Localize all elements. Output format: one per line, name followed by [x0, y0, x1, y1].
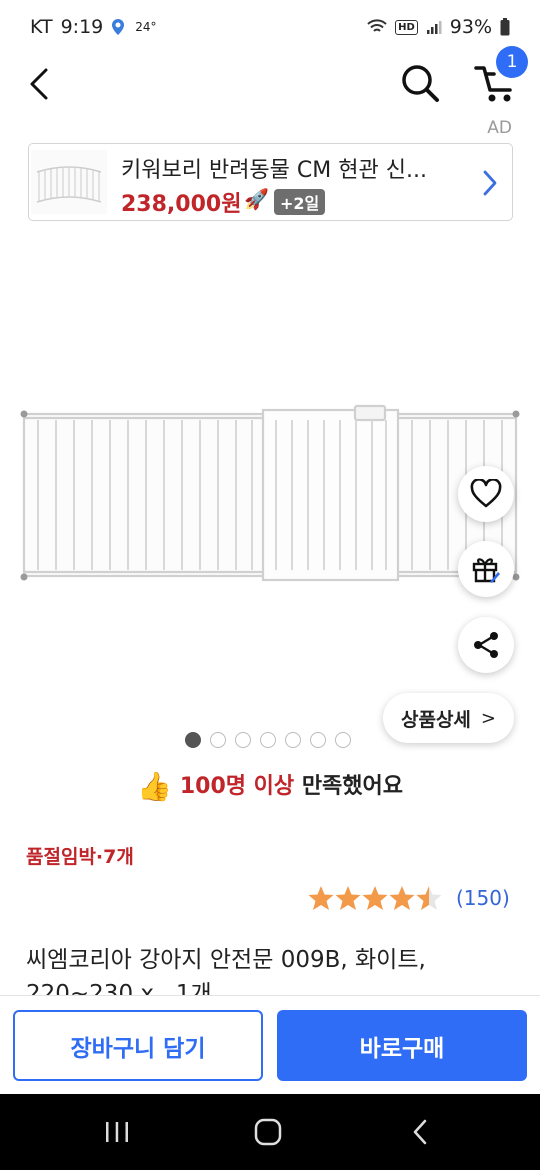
add-to-cart-button[interactable]: 장바구니 담기	[13, 1010, 263, 1081]
carousel-dot[interactable]	[185, 732, 201, 748]
status-left: KT 9:19 24°	[30, 16, 157, 38]
rocket-delivery-icon: 🚀	[244, 187, 269, 211]
recent-apps-icon[interactable]	[103, 1120, 131, 1144]
product-title: 씨엠코리아 강아지 안전문 009B, 화이트, 220~230 x , 1개	[26, 947, 426, 995]
wifi-icon	[367, 19, 387, 32]
buy-now-button[interactable]: 바로구매	[277, 1010, 527, 1081]
carousel-dot[interactable]	[235, 732, 251, 748]
home-icon[interactable]	[254, 1118, 282, 1146]
heart-icon	[470, 479, 502, 508]
share-icon	[474, 632, 498, 658]
ad-title: 키워보리 반려동물 CM 현관 신...	[121, 158, 427, 183]
battery-icon	[500, 18, 510, 36]
delivery-days-badge: +2일	[274, 189, 326, 215]
system-navigation-bar	[0, 1094, 540, 1170]
status-right: HD 93%	[367, 16, 510, 38]
search-button[interactable]	[398, 60, 442, 104]
product-rating[interactable]: (150)	[308, 884, 510, 912]
top-navigation-bar	[0, 56, 540, 116]
battery-percent: 93%	[449, 16, 492, 38]
product-detail-button[interactable]: 상품상세 >	[383, 693, 514, 743]
location-pin-icon	[112, 19, 125, 35]
chevron-right-icon	[483, 170, 497, 196]
chevron-right-icon: >	[480, 707, 496, 729]
carousel-dot[interactable]	[310, 732, 326, 748]
ad-label: AD	[487, 118, 512, 138]
gift-button[interactable]	[458, 541, 514, 597]
cart-count-badge: 1	[496, 46, 528, 78]
system-back-icon[interactable]	[410, 1118, 430, 1146]
back-arrow-icon	[30, 68, 48, 100]
review-count[interactable]: (150)	[456, 886, 510, 910]
product-image[interactable]	[20, 400, 520, 590]
carousel-dot[interactable]	[285, 732, 301, 748]
carousel-dot[interactable]	[210, 732, 226, 748]
clock: 9:19	[60, 16, 104, 38]
satisfaction-highlight: 100명 이상	[179, 774, 295, 799]
low-stock-warning: 품절임박·7개	[26, 846, 134, 868]
product-detail-label: 상품상세	[400, 708, 471, 731]
back-button[interactable]	[20, 62, 60, 102]
ad-price: 238,000원	[121, 192, 242, 217]
share-button[interactable]	[458, 617, 514, 673]
star-rating-icon	[308, 886, 442, 910]
carousel-dot[interactable]	[335, 732, 351, 748]
purchase-action-bar: 장바구니 담기 바로구매	[0, 995, 540, 1094]
carrier-label: KT	[30, 16, 53, 38]
satisfaction-banner: 👍 100명 이상 만족했어요	[0, 768, 540, 803]
ad-product-thumbnail	[31, 150, 107, 214]
thumbs-up-icon: 👍	[136, 770, 172, 803]
temperature: 24°	[135, 20, 157, 34]
satisfaction-text: 만족했어요	[294, 774, 404, 799]
image-carousel-indicator	[185, 732, 351, 748]
search-icon	[402, 65, 439, 102]
wishlist-button[interactable]	[458, 466, 514, 522]
carousel-dot[interactable]	[260, 732, 276, 748]
sponsored-product-card[interactable]: 키워보리 반려동물 CM 현관 신... 238,000원 🚀 +2일	[28, 143, 513, 221]
status-bar: KT 9:19 24° HD 93%	[0, 0, 540, 56]
hd-badge: HD	[395, 19, 418, 35]
signal-icon	[426, 21, 442, 34]
gift-icon	[472, 558, 500, 583]
